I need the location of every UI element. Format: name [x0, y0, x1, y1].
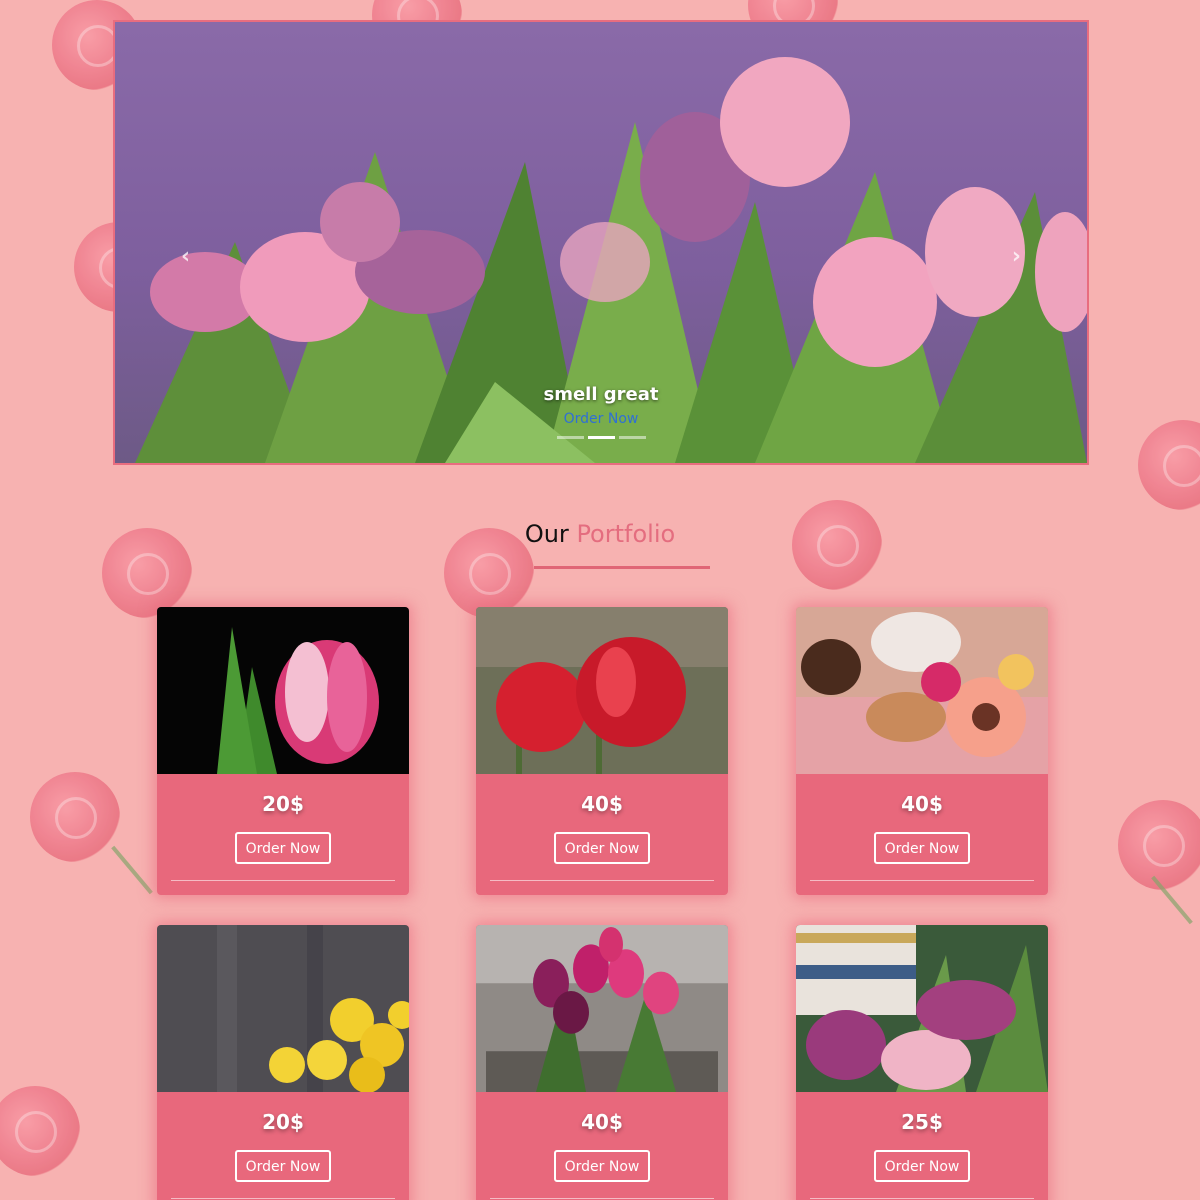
order-now-button[interactable]: Order Now: [554, 832, 650, 864]
order-now-button[interactable]: Order Now: [235, 1150, 331, 1182]
portfolio-card: 40$ Order Now: [476, 925, 728, 1200]
yellow-flowers-image: [157, 925, 409, 1092]
order-now-button[interactable]: Order Now: [874, 832, 970, 864]
background-rose-icon: [0, 1086, 80, 1176]
order-now-button[interactable]: Order Now: [554, 1150, 650, 1182]
carousel-indicator[interactable]: [618, 436, 646, 439]
card-divider: [490, 1198, 714, 1199]
purple-tulips-image: [476, 925, 728, 1092]
carousel-caption-title: smell great: [543, 384, 659, 405]
card-price: 40$: [581, 792, 623, 816]
background-rose-icon: [1138, 420, 1200, 510]
card-price: 40$: [581, 1110, 623, 1134]
portfolio-card: 20$ Order Now: [157, 925, 409, 1200]
gerbera-tray-image: [796, 607, 1048, 774]
carousel-order-link[interactable]: Order Now: [564, 411, 639, 427]
rose-stem-decoration: [111, 845, 153, 895]
card-price: 20$: [262, 1110, 304, 1134]
card-price: 20$: [262, 792, 304, 816]
card-divider: [490, 880, 714, 881]
portfolio-title-main: Our: [524, 520, 569, 548]
carousel-indicator[interactable]: [556, 436, 584, 439]
portfolio-card: 40$ Order Now: [796, 607, 1048, 895]
card-price: 25$: [901, 1110, 943, 1134]
portfolio-card: 40$ Order Now: [476, 607, 728, 895]
carousel-next-icon[interactable]: ›: [1012, 244, 1021, 269]
card-divider: [171, 880, 395, 881]
carousel-indicators: [115, 436, 1087, 439]
card-divider: [810, 1198, 1034, 1199]
background-rose-icon: [1118, 800, 1200, 890]
tulips-teacup-image: [796, 925, 1048, 1092]
pink-tulip-image: [157, 607, 409, 774]
portfolio-title: Our Portfolio: [0, 520, 1200, 548]
hero-carousel: ‹ › smell great Order Now: [113, 20, 1089, 465]
order-now-button[interactable]: Order Now: [235, 832, 331, 864]
card-divider: [171, 1198, 395, 1199]
carousel-indicator-active[interactable]: [587, 436, 615, 439]
carousel-caption: smell great Order Now: [115, 384, 1087, 427]
card-divider: [810, 880, 1034, 881]
background-rose-icon: [30, 772, 120, 862]
carousel-prev-icon[interactable]: ‹: [181, 244, 190, 269]
red-tulips-image: [476, 607, 728, 774]
portfolio-card: 25$ Order Now: [796, 925, 1048, 1200]
title-underline: [534, 566, 710, 569]
portfolio-title-accent: Portfolio: [576, 520, 676, 548]
portfolio-card: 20$ Order Now: [157, 607, 409, 895]
order-now-button[interactable]: Order Now: [874, 1150, 970, 1182]
card-price: 40$: [901, 792, 943, 816]
